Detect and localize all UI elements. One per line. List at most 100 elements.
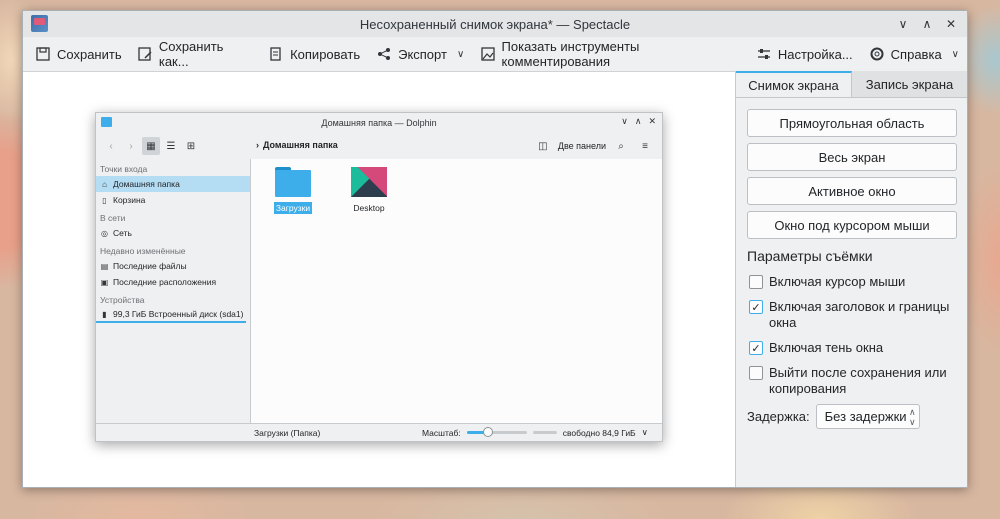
places-item-recent-locations: ▣ Последние расположения xyxy=(96,274,250,290)
status-selection: Загрузки (Папка) xyxy=(254,427,321,438)
save-button[interactable]: Сохранить xyxy=(31,40,130,68)
copy-label: Копировать xyxy=(290,46,361,62)
dolphin-status-bar: Загрузки (Папка) Масштаб: свободно 84,9 … xyxy=(96,423,662,441)
copy-icon xyxy=(268,46,284,62)
include-cursor-option[interactable]: Включая курсор мыши xyxy=(749,274,959,290)
rectangular-region-button[interactable]: Прямоугольная область xyxy=(747,109,957,137)
file-name: Загрузки xyxy=(273,202,313,214)
spectacle-window: Несохраненный снимок экрана* — Spectacle… xyxy=(22,10,968,488)
active-window-button[interactable]: Активное окно xyxy=(747,177,957,205)
captured-dolphin-window: Домашняя папка — Dolphin ∨ ∧ ✕ ‹ › ▦ ☰ ⊞ xyxy=(95,112,663,442)
title-bar[interactable]: Несохраненный снимок экрана* — Spectacle… xyxy=(23,11,967,37)
copy-button[interactable]: Копировать xyxy=(264,40,368,68)
folder-icon xyxy=(275,167,311,197)
tab-screenshot[interactable]: Снимок экрана xyxy=(736,71,852,97)
spin-down-icon[interactable]: ∨ xyxy=(909,417,916,427)
save-as-button[interactable]: Сохранить как... xyxy=(134,39,260,69)
dolphin-minimize-icon: ∨ xyxy=(621,116,628,126)
places-heading: Устройства xyxy=(100,295,145,305)
export-menu-button[interactable]: Экспорт ∨ xyxy=(372,40,472,68)
places-item-label: 99,3 ГиБ Встроенный диск (sda1) xyxy=(113,309,244,319)
option-label: Включая тень окна xyxy=(769,340,884,355)
chevron-down-icon: ∨ xyxy=(951,48,959,60)
places-heading: В сети xyxy=(100,213,126,223)
option-label: Выйти после сохранения или копирования xyxy=(769,365,947,396)
configure-button[interactable]: Настройка... xyxy=(752,40,861,68)
option-label: Включая заголовок и границы окна xyxy=(769,299,950,330)
free-space-bar xyxy=(532,431,557,434)
places-item-home: ⌂ Домашняя папка xyxy=(96,176,250,192)
hamburger-menu-icon: ≡ xyxy=(642,140,648,152)
delay-spinbox[interactable]: Без задержки ∧ ∨ xyxy=(815,404,920,429)
image-edit-icon xyxy=(480,46,495,62)
delay-value: Без задержки xyxy=(824,409,907,424)
dolphin-breadcrumb: Домашняя папка xyxy=(263,140,338,150)
free-space: свободно 84,9 ГиБ xyxy=(562,427,636,438)
forward-icon: › xyxy=(129,140,133,152)
annotate-button[interactable]: Показать инструменты комментирования xyxy=(476,39,748,69)
maximize-button[interactable]: ∧ xyxy=(917,14,937,34)
screenshot-preview[interactable]: Домашняя папка — Dolphin ∨ ∧ ✕ ‹ › ▦ ☰ ⊞ xyxy=(23,71,735,487)
option-label: Включая курсор мыши xyxy=(769,274,906,289)
back-icon: ‹ xyxy=(109,140,113,152)
spectacle-app-icon[interactable] xyxy=(31,15,48,32)
checkbox[interactable] xyxy=(749,366,763,380)
places-item-label: Последние файлы xyxy=(113,261,187,271)
split-label: Две панели xyxy=(557,141,606,151)
share-icon xyxy=(376,46,392,62)
save-icon xyxy=(35,46,51,62)
capture-settings-panel: Снимок экрана Запись экрана Прямоугольна… xyxy=(735,71,967,487)
places-heading: Недавно изменённые xyxy=(100,246,186,256)
tab-recording[interactable]: Запись экрана xyxy=(852,71,967,97)
dolphin-close-icon: ✕ xyxy=(648,116,656,126)
dolphin-maximize-icon: ∧ xyxy=(634,116,642,126)
document-icon: ▤ xyxy=(100,261,109,271)
details-view-icon: ⊞ xyxy=(186,140,196,152)
places-item-trash: ▯ Корзина xyxy=(96,192,250,208)
chevron-down-icon: ∨ xyxy=(641,427,648,437)
full-screen-button[interactable]: Весь экран xyxy=(747,143,957,171)
close-button[interactable]: ✕ xyxy=(941,14,961,34)
file-item: Desktop xyxy=(341,167,397,214)
dolphin-title: Домашняя папка — Dolphin xyxy=(321,118,437,128)
drive-icon: ▮ xyxy=(102,309,107,319)
places-item-label: Домашняя папка xyxy=(113,179,180,189)
minimize-button[interactable]: ∨ xyxy=(893,14,913,34)
annotate-label: Показать инструменты комментирования xyxy=(501,39,640,69)
file-item: Загрузки xyxy=(265,167,321,214)
places-item-recent-files: ▤ Последние файлы xyxy=(96,258,250,274)
save-as-label: Сохранить как... xyxy=(158,39,224,69)
checkbox[interactable] xyxy=(749,275,763,289)
places-item-label: Последние расположения xyxy=(113,277,217,287)
include-decorations-option[interactable]: ✓ Включая заголовок и границы окна xyxy=(749,299,959,331)
desktop-folder-icon xyxy=(351,167,387,197)
delay-label: Задержка: xyxy=(747,409,810,424)
options-title: Параметры съёмки xyxy=(747,248,873,264)
configure-label: Настройка... xyxy=(777,46,853,62)
help-label: Справка xyxy=(890,46,942,62)
network-icon: ◎ xyxy=(101,228,108,238)
help-lifebuoy-icon xyxy=(869,46,885,62)
include-shadow-option[interactable]: ✓ Включая тень окна xyxy=(749,340,959,356)
quit-after-save-option[interactable]: Выйти после сохранения или копирования xyxy=(749,365,959,397)
main-toolbar: Сохранить Сохранить как... Копировать Эк… xyxy=(23,37,967,71)
window-title: Несохраненный снимок экрана* — Spectacle xyxy=(359,16,631,32)
places-item-disk: ▮ 99,3 ГиБ Встроенный диск (sda1) xyxy=(96,307,246,323)
settings-sliders-icon xyxy=(756,46,772,62)
checkbox-checked[interactable]: ✓ xyxy=(749,300,763,314)
split-view-icon: ◫ xyxy=(538,140,548,152)
folder-app-icon xyxy=(101,117,112,127)
window-under-cursor-button[interactable]: Окно под курсором мыши xyxy=(747,211,957,239)
save-label: Сохранить xyxy=(57,46,122,62)
checkbox-checked[interactable]: ✓ xyxy=(749,341,763,355)
file-view: Загрузки Desktop xyxy=(251,159,662,423)
spin-up-icon[interactable]: ∧ xyxy=(909,407,916,417)
trash-icon: ▯ xyxy=(102,195,107,205)
places-item-network: ◎ Сеть xyxy=(96,225,250,241)
home-icon: ⌂ xyxy=(102,179,107,189)
search-icon: ⌕ xyxy=(618,140,624,152)
compact-view-icon: ☰ xyxy=(166,140,176,152)
zoom-slider xyxy=(466,427,527,437)
help-menu-button[interactable]: Справка ∨ xyxy=(865,40,967,68)
file-name: Desktop xyxy=(353,203,385,213)
